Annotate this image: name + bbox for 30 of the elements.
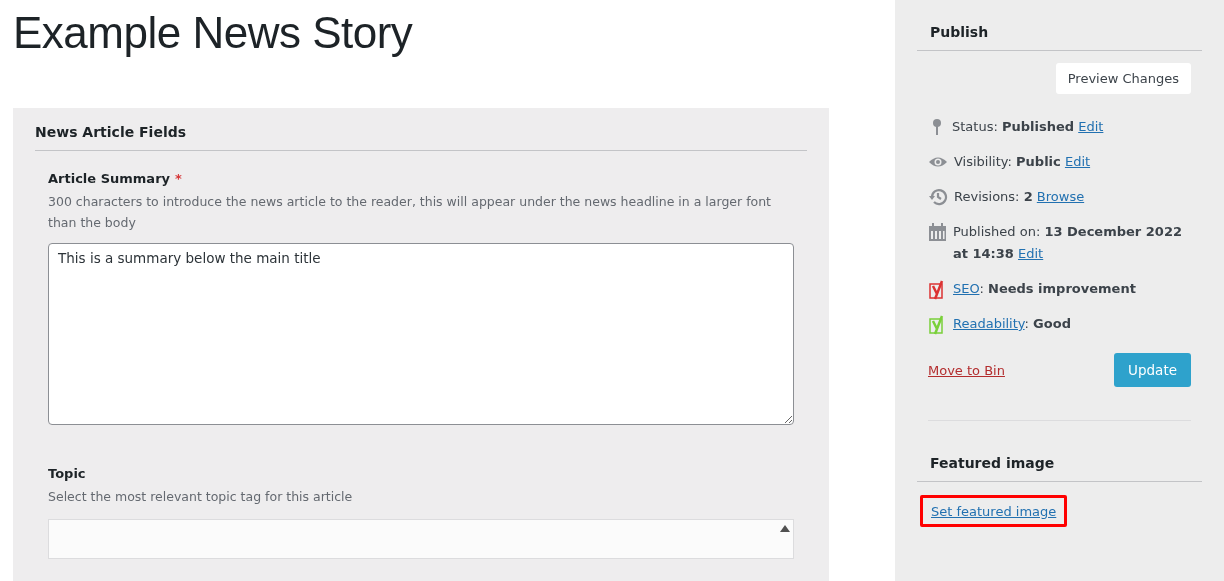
meta-link[interactable]: Readability [953, 316, 1025, 331]
meta-text: Readability: Good [953, 315, 1071, 333]
meta-text: SEO: Needs improvement [953, 280, 1136, 298]
meta-text: Published on: 13 December 2022 at 14:38 Edit [953, 223, 1183, 263]
required-mark: * [175, 171, 182, 186]
meta-text: Status: Published Edit [952, 118, 1104, 136]
calendar-icon [928, 223, 947, 242]
field-description: Select the most relevant topic tag for this article [48, 488, 354, 506]
panel-heading: Featured image [917, 443, 1202, 482]
preview-changes-button[interactable]: Preview Changes [1055, 63, 1191, 94]
scroll-up-icon[interactable] [780, 524, 790, 532]
meta-link[interactable]: Edit [1064, 154, 1091, 169]
move-to-bin-link[interactable]: Move to Bin [928, 362, 1005, 378]
meta-link[interactable]: SEO [953, 281, 980, 296]
post-title: Example News Story [13, 8, 414, 58]
set-featured-image-link[interactable]: Set featured image [931, 504, 1057, 519]
panel-heading: Publish [917, 0, 1202, 51]
field-description: 300 characters to introduce the news article to the reader, this will appear under the news headline in a larger font than the body [48, 193, 772, 232]
summary-field[interactable]: This is a summary below the main title [48, 243, 794, 425]
meta-link[interactable]: Edit [1078, 119, 1104, 134]
card-heading: News Article Fields [35, 124, 807, 151]
meta-text: Revisions: 2 Browse [954, 188, 1085, 206]
meta-link[interactable]: Browse [1036, 189, 1085, 204]
update-button[interactable]: Update [1114, 353, 1191, 387]
meta-text: Visibility: Public Edit [954, 153, 1091, 171]
field-label: Topic [48, 466, 86, 481]
topic-list-field[interactable] [48, 519, 794, 559]
history-icon [928, 188, 948, 206]
meta-link[interactable]: Edit [1018, 246, 1044, 261]
field-label: Article Summary [48, 171, 170, 186]
